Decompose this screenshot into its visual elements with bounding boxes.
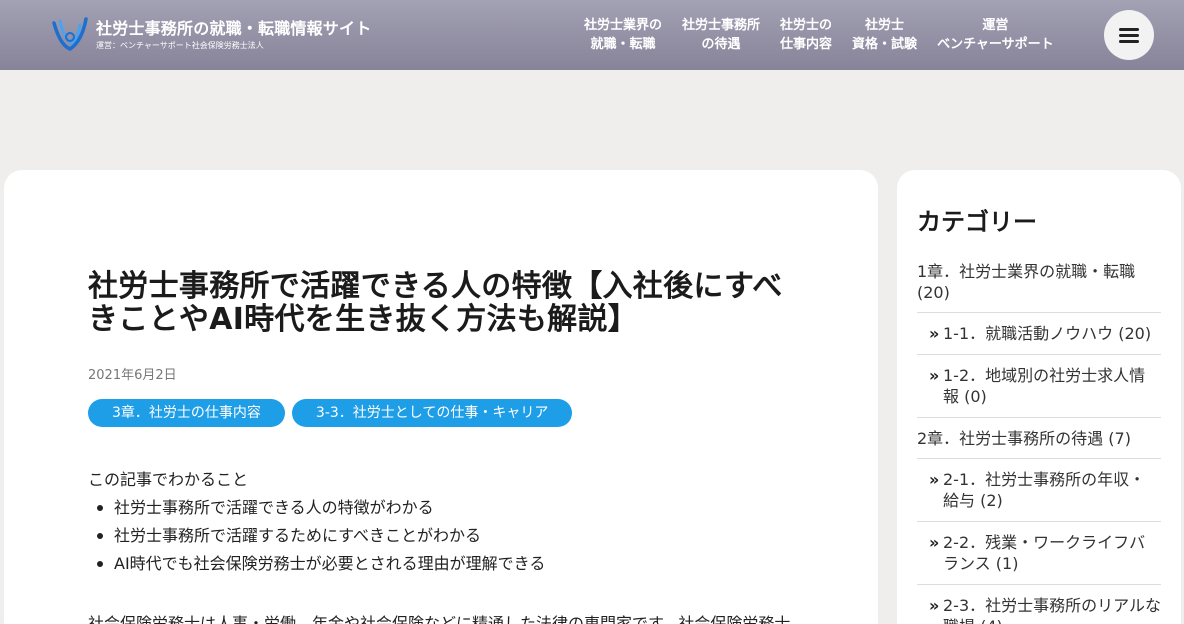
article-tags: 3章．社労士の仕事内容 3-3．社労士としての仕事・キャリア <box>88 399 573 427</box>
nav-item-operator[interactable]: 運営ベンチャーサポート <box>927 0 1064 70</box>
nav-label-line2: 資格・試験 <box>852 37 918 52</box>
category-label: 2-1．社労士事務所の年収・給与 (2) <box>943 470 1146 510</box>
nav-label-line1: 社労士業界の <box>584 18 663 33</box>
double-chevron-right-icon: » <box>929 366 940 385</box>
subcategory-item[interactable]: » 2-1．社労士事務所の年収・給与 (2) <box>917 459 1161 522</box>
category-label: 1-2．地域別の社労士求人情報 (0) <box>943 366 1146 406</box>
subcategory-item[interactable]: »2-3．社労士事務所のリアルな職場 (4) <box>917 585 1161 624</box>
site-header: 社労士事務所の就職・転職情報サイト 運営：ベンチャーサポート社会保険労務士法人 … <box>0 0 1184 70</box>
article-body: 社会保険労務士は人事・労働、年金や社会保険などに精通した法律の専門家です。社会保… <box>88 614 791 624</box>
category-label: 2-3．社労士事務所のリアルな職場 (4) <box>943 596 1161 624</box>
article-title: 社労士事務所で活躍できる人の特徴【入社後にすべきことやAI時代を生き抜く方法も解… <box>88 269 783 337</box>
nav-label-line2: 就職・転職 <box>590 37 656 52</box>
hamburger-icon <box>1119 25 1139 46</box>
nav-label-line2: 仕事内容 <box>780 37 833 52</box>
article-card: 社労士事務所で活躍できる人の特徴【入社後にすべきことやAI時代を生き抜く方法も解… <box>4 170 878 624</box>
article-date: 2021年6月2日 <box>88 368 177 383</box>
category-label: 1-1．就職活動ノウハウ (20) <box>943 324 1152 343</box>
nav-label-line2: の待遇 <box>701 37 741 52</box>
nav-label-line1: 社労士事務所 <box>682 18 761 33</box>
category-label: 1章．社労士業界の就職・転職 (20) <box>917 262 1136 302</box>
subcategory-item[interactable]: » 1-2．地域別の社労士求人情報 (0) <box>917 355 1161 418</box>
category-list: 1章．社労士業界の就職・転職 (20) » 1-1．就職活動ノウハウ (20) »… <box>917 260 1161 624</box>
category-label: 2章．社労士事務所の待遇 (7) <box>917 429 1131 448</box>
summary-item: 社労士事務所で活躍するためにすべきことがわかる <box>88 522 545 550</box>
site-subtitle: 運営：ベンチャーサポート社会保険労務士法人 <box>96 40 264 50</box>
logo-mark-icon <box>52 17 88 51</box>
sidebar: カテゴリー 1章．社労士業界の就職・転職 (20) » 1-1．就職活動ノウハウ … <box>897 170 1181 624</box>
sidebar-title: カテゴリー <box>917 208 1037 236</box>
site-title: 社労士事務所の就職・転職情報サイト <box>96 18 372 38</box>
nav-label-line1: 社労士 <box>865 18 905 33</box>
summary-item: 社労士事務所で活躍できる人の特徴がわかる <box>88 494 545 522</box>
nav-item-work[interactable]: 社労士の 仕事内容 <box>770 0 842 70</box>
subcategory-item[interactable]: » 1-1．就職活動ノウハウ (20) <box>917 313 1161 355</box>
double-chevron-right-icon: » <box>929 533 940 552</box>
summary-item: AI時代でも社会保険労務士が必要とされる理由が理解できる <box>88 550 545 578</box>
nav-label-line1: 社労士の <box>780 18 833 33</box>
double-chevron-right-icon: » <box>929 596 940 615</box>
summary-heading: この記事でわかること <box>88 470 249 489</box>
nav-item-exam[interactable]: 社労士 資格・試験 <box>842 0 927 70</box>
nav-item-job-change[interactable]: 社労士業界の 就職・転職 <box>574 0 672 70</box>
category-label: 2-2．残業・ワークライフバランス (1) <box>943 533 1146 573</box>
nav-label-line2: ベンチャーサポート <box>937 37 1054 52</box>
summary-list: 社労士事務所で活躍できる人の特徴がわかる 社労士事務所で活躍するためにすべきこと… <box>88 494 545 578</box>
subcategory-item[interactable]: » 2-2．残業・ワークライフバランス (1) <box>917 522 1161 585</box>
tag-career[interactable]: 3-3．社労士としての仕事・キャリア <box>291 399 573 427</box>
nav-item-treatment[interactable]: 社労士事務所 の待遇 <box>672 0 770 70</box>
category-item[interactable]: 2章．社労士事務所の待遇 (7) <box>917 418 1161 459</box>
menu-button[interactable] <box>1104 10 1154 60</box>
double-chevron-right-icon: » <box>929 324 940 343</box>
category-item[interactable]: 1章．社労士業界の就職・転職 (20) <box>917 260 1161 313</box>
tag-chapter3[interactable]: 3章．社労士の仕事内容 <box>88 399 285 427</box>
double-chevron-right-icon: » <box>929 470 940 489</box>
site-logo[interactable]: 社労士事務所の就職・転職情報サイト 運営：ベンチャーサポート社会保険労務士法人 <box>50 15 371 55</box>
nav-label-line1: 運営 <box>982 18 1009 33</box>
main-nav: 社労士業界の 就職・転職 社労士事務所 の待遇 社労士の 仕事内容 社労士 資格・試験 … <box>574 0 1064 70</box>
